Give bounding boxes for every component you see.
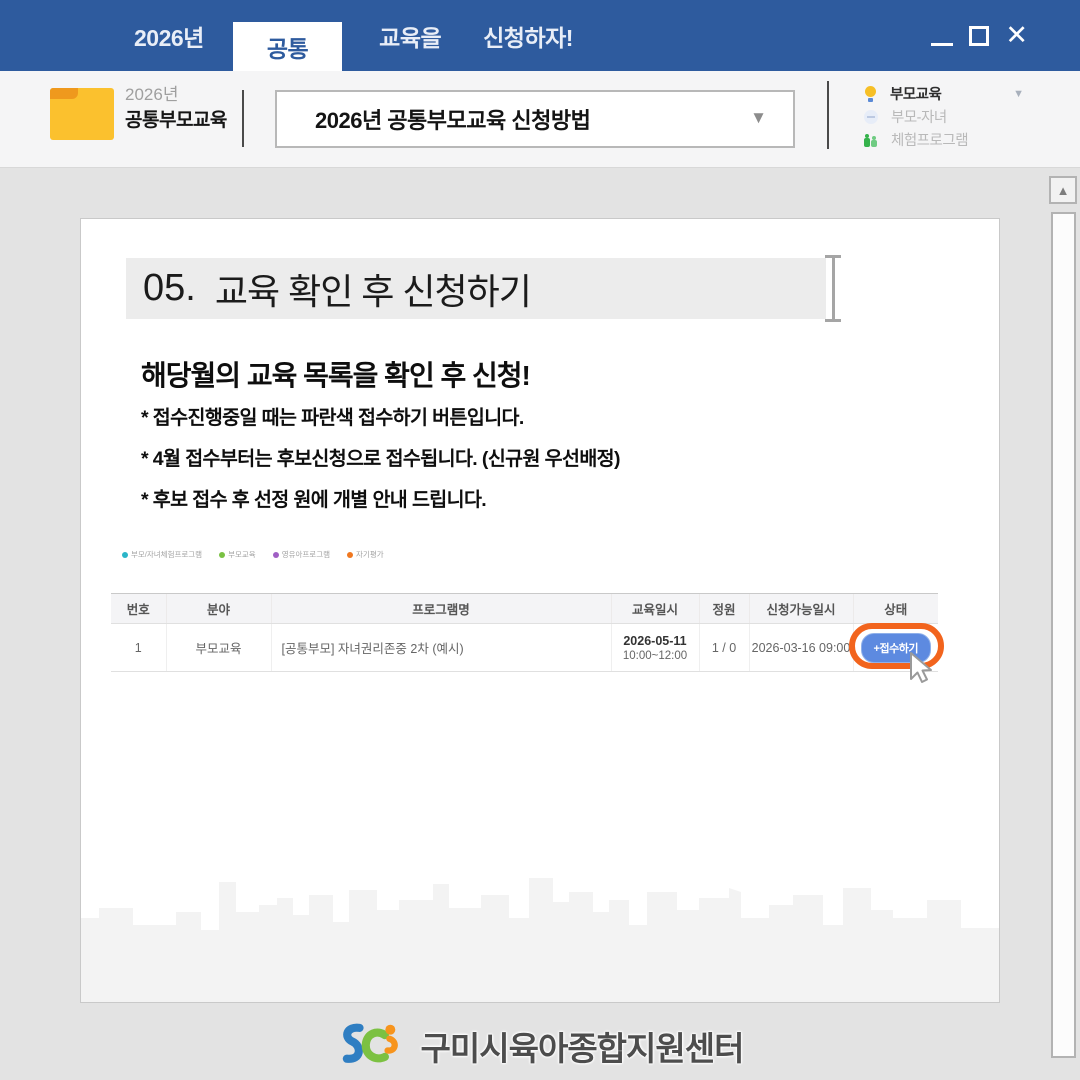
category-legend: 부모/자녀체험프로그램 부모교육 영유아프로그램 자기평가 <box>122 549 384 560</box>
dash-circle-icon <box>864 110 878 124</box>
education-time: 10:00~12:00 <box>623 650 687 662</box>
text-cursor-icon <box>825 255 841 322</box>
category-menu: 부모교육 ▼ 부모-자녀 체험프로그램 <box>864 82 1024 151</box>
center-name: 구미시육아종합지원센터 <box>421 1022 744 1070</box>
legend-label: 부모/자녀체험프로그램 <box>131 549 202 560</box>
cell-apply-datetime: 2026-03-16 09:00 <box>749 624 853 672</box>
bullet-item: * 접수진행중일 때는 파란색 접수하기 버튼입니다. <box>141 395 620 436</box>
legend-dot-icon <box>347 552 353 558</box>
section-title-band: 05. 교육 확인 후 신청하기 <box>126 258 826 319</box>
slide-card: 05. 교육 확인 후 신청하기 해당월의 교육 목록을 확인 후 신청! * … <box>80 218 1000 1003</box>
col-number: 번호 <box>111 594 166 624</box>
close-icon[interactable]: ✕ <box>1005 22 1028 49</box>
table-row: 1 부모교육 [공통부모] 자녀권리존중 2차 (예시) 2026-05-11 … <box>111 624 938 672</box>
header-divider-2 <box>827 81 829 149</box>
menu-item-parent-education[interactable]: 부모교육 ▼ <box>864 82 1024 105</box>
footer: 구미시육아종합지원센터 <box>0 1012 1080 1080</box>
col-datetime: 교육일시 <box>611 594 699 624</box>
cell-number: 1 <box>111 624 166 672</box>
menu-item-label: 체험프로그램 <box>891 129 968 150</box>
legend-item: 자기평가 <box>347 549 384 560</box>
scrollbar-thumb[interactable] <box>1051 212 1076 1058</box>
menu-item-label: 부모-자녀 <box>891 106 947 127</box>
education-table: 번호 분야 프로그램명 교육일시 정원 신청가능일시 상태 1 부모교육 [공통… <box>111 593 938 672</box>
lightbulb-icon <box>864 86 877 102</box>
header-strip: 2026년 공통부모교육 2026년 공통부모교육 신청방법 ▼ 부모교육 ▼ … <box>0 71 1080 168</box>
legend-dot-icon <box>219 552 225 558</box>
education-date: 2026-05-11 <box>612 634 699 648</box>
city-skyline-graphic <box>81 870 999 1002</box>
title-bar: 2026년 공통 교육을 신청하자! ✕ <box>0 0 1080 71</box>
slide-subtitle: 해당월의 교육 목록을 확인 후 신청! <box>141 354 530 394</box>
section-title: 교육 확인 후 신청하기 <box>215 263 531 315</box>
col-capacity: 정원 <box>699 594 749 624</box>
nav-tab-common[interactable]: 공통 <box>233 22 342 71</box>
nav-tab-education[interactable]: 교육을 <box>358 19 462 53</box>
bullet-item: * 후보 접수 후 선정 원에 개별 안내 드립니다. <box>141 477 620 518</box>
folder-name-label: 공통부모교육 <box>125 110 227 133</box>
col-status: 상태 <box>853 594 938 624</box>
menu-item-parent-child[interactable]: 부모-자녀 <box>864 105 1024 128</box>
nav-tabs: 2026년 공통 교육을 신청하자! <box>113 0 594 71</box>
folder-meta: 2026년 공통부모교육 <box>125 85 227 133</box>
header-divider <box>242 90 244 147</box>
legend-item: 부모교육 <box>219 549 256 560</box>
chevron-down-icon: ▼ <box>750 108 767 128</box>
menu-item-label: 부모교육 <box>890 83 941 104</box>
bullet-item: * 4월 접수부터는 후보신청으로 접수됩니다. (신규원 우선배정) <box>141 436 620 477</box>
cell-capacity: 1 / 0 <box>699 624 749 672</box>
col-apply-datetime: 신청가능일시 <box>749 594 853 624</box>
legend-label: 부모교육 <box>228 549 256 560</box>
chevron-down-icon: ▼ <box>1013 88 1024 100</box>
guide-dropdown-value: 2026년 공통부모교육 신청방법 <box>315 103 590 135</box>
legend-item: 영유아프로그램 <box>273 549 330 560</box>
bullet-list: * 접수진행중일 때는 파란색 접수하기 버튼입니다. * 4월 접수부터는 후… <box>141 395 620 518</box>
cell-program: [공통부모] 자녀권리존중 2차 (예시) <box>271 624 611 672</box>
section-number: 05. <box>143 267 196 310</box>
folder-year-label: 2026년 <box>125 85 227 105</box>
mouse-cursor-icon <box>903 651 939 687</box>
legend-dot-icon <box>122 552 128 558</box>
cell-datetime: 2026-05-11 10:00~12:00 <box>611 624 699 672</box>
maximize-icon[interactable] <box>969 26 989 46</box>
guide-dropdown[interactable]: 2026년 공통부모교육 신청방법 ▼ <box>275 90 795 148</box>
nav-tab-2026[interactable]: 2026년 <box>113 19 225 53</box>
nav-tab-apply[interactable]: 신청하자! <box>462 19 594 53</box>
legend-label: 자기평가 <box>356 549 384 560</box>
legend-item: 부모/자녀체험프로그램 <box>122 549 202 560</box>
cell-category: 부모교육 <box>166 624 271 672</box>
center-logo-icon <box>337 1017 411 1075</box>
scroll-up-button[interactable]: ▲ <box>1049 176 1077 204</box>
people-icon <box>864 132 878 147</box>
arrow-up-icon: ▲ <box>1057 183 1070 198</box>
table-header-row: 번호 분야 프로그램명 교육일시 정원 신청가능일시 상태 <box>111 594 938 624</box>
col-category: 분야 <box>166 594 271 624</box>
col-program: 프로그램명 <box>271 594 611 624</box>
legend-dot-icon <box>273 552 279 558</box>
window-controls: ✕ <box>931 0 1028 71</box>
minimize-icon[interactable] <box>931 43 953 46</box>
folder-icon <box>50 88 114 140</box>
legend-label: 영유아프로그램 <box>282 549 330 560</box>
menu-item-experience-program[interactable]: 체험프로그램 <box>864 128 1024 151</box>
